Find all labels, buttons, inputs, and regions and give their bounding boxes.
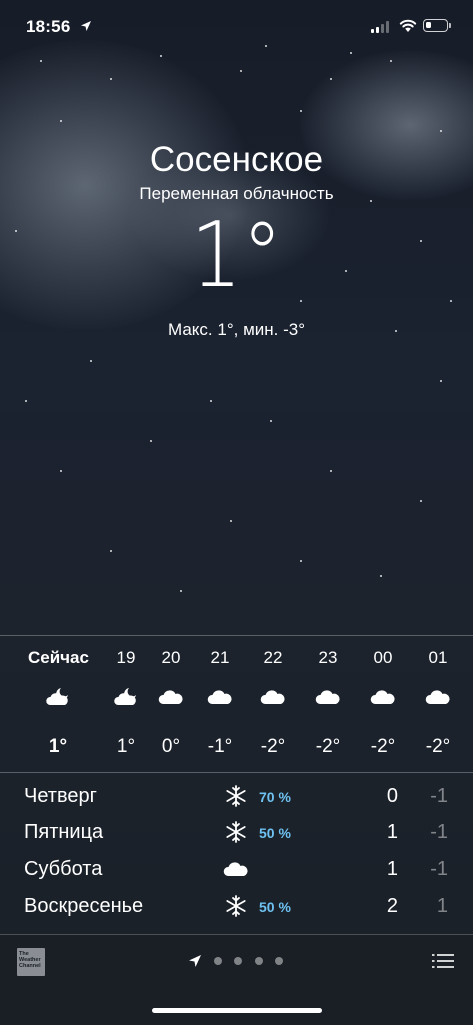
hour-time: 00 bbox=[373, 648, 393, 667]
snowflake-icon bbox=[226, 785, 246, 807]
page-dot[interactable] bbox=[255, 957, 263, 965]
day-name: Воскресенье bbox=[24, 895, 144, 917]
hour-temperature: -2° bbox=[315, 736, 341, 757]
day-high: 1 bbox=[386, 858, 398, 880]
day-name: Четверг bbox=[24, 785, 97, 807]
high-low-temperature: Макс. 1°, мин. -3° bbox=[167, 320, 305, 339]
hourly-item: 22 -2° bbox=[243, 636, 303, 772]
daily-row[interactable]: Воскресенье 50 % 2 1 bbox=[0, 889, 473, 925]
day-high: 0 bbox=[386, 785, 398, 807]
battery-level bbox=[426, 22, 431, 28]
partly-cloudy-night-icon bbox=[46, 688, 68, 705]
cloud-icon bbox=[158, 690, 183, 704]
day-high: 1 bbox=[386, 821, 398, 843]
hour-time: Сейчас bbox=[28, 648, 89, 667]
snowflake-icon bbox=[226, 821, 246, 843]
hourly-item: 21 -1° bbox=[190, 636, 250, 772]
precipitation-chance: 50 % bbox=[259, 899, 291, 915]
day-low: -1 bbox=[430, 821, 448, 843]
hour-time: 22 bbox=[263, 648, 283, 667]
current-temperature: 1° bbox=[190, 203, 283, 308]
daily-row[interactable]: Суббота 1 -1 bbox=[0, 852, 473, 888]
cloud-icon bbox=[370, 690, 395, 704]
city-list-icon[interactable] bbox=[432, 952, 454, 970]
page-dot[interactable] bbox=[234, 957, 242, 965]
day-name: Суббота bbox=[24, 858, 103, 880]
hourly-item: Сейчас 1° bbox=[28, 636, 89, 772]
night-sky-background bbox=[0, 0, 473, 635]
hour-temperature: -1° bbox=[207, 736, 233, 757]
location-arrow-icon bbox=[81, 21, 91, 31]
day-low: -1 bbox=[430, 785, 448, 807]
day-low: -1 bbox=[430, 858, 448, 880]
battery-tip bbox=[449, 23, 451, 28]
status-time: 18:56 bbox=[26, 17, 71, 36]
weather-condition: Переменная облачность bbox=[139, 184, 334, 203]
day-high: 2 bbox=[386, 895, 398, 917]
hourly-item: 23 -2° bbox=[298, 636, 358, 772]
page-dot[interactable] bbox=[214, 957, 222, 965]
hour-temperature: 1° bbox=[48, 736, 68, 757]
cloud-icon bbox=[207, 690, 232, 704]
cellular-signal-icon bbox=[371, 21, 391, 33]
weather-channel-logo[interactable]: The Weather Channel bbox=[17, 948, 45, 976]
status-bar: 18:56 bbox=[0, 0, 473, 56]
hour-time: 21 bbox=[210, 648, 230, 667]
day-name: Пятница bbox=[24, 821, 104, 843]
day-low: 1 bbox=[436, 895, 448, 917]
cloud-icon bbox=[260, 690, 285, 704]
wifi-icon bbox=[399, 19, 417, 32]
daily-row[interactable]: Четверг 70 % 0 -1 bbox=[0, 779, 473, 815]
hour-temperature: -2° bbox=[260, 736, 286, 757]
hour-temperature: -2° bbox=[370, 736, 396, 757]
hourly-item: 00 -2° bbox=[353, 636, 413, 772]
cloud-icon bbox=[425, 690, 450, 704]
home-indicator[interactable] bbox=[152, 1008, 322, 1013]
battery-icon bbox=[423, 19, 448, 32]
city-name: Сосенское bbox=[149, 140, 324, 179]
hour-temperature: -2° bbox=[425, 736, 451, 757]
cloud-icon bbox=[315, 690, 340, 704]
cloud-icon bbox=[223, 862, 248, 876]
current-location-page-icon[interactable] bbox=[188, 954, 202, 968]
snowflake-icon bbox=[226, 895, 246, 917]
partly-cloudy-night-icon bbox=[114, 688, 136, 705]
precipitation-chance: 50 % bbox=[259, 825, 291, 841]
hour-time: 23 bbox=[318, 648, 338, 667]
daily-row[interactable]: Пятница 50 % 1 -1 bbox=[0, 815, 473, 851]
precipitation-chance: 70 % bbox=[259, 789, 291, 805]
hourly-forecast[interactable]: Сейчас 1° 19 1° 20 0° 21 -1° 22 -2° 23 -… bbox=[0, 635, 473, 773]
hourly-item: 01 -2° bbox=[408, 636, 468, 772]
hour-time: 01 bbox=[428, 648, 448, 667]
page-dot[interactable] bbox=[275, 957, 283, 965]
